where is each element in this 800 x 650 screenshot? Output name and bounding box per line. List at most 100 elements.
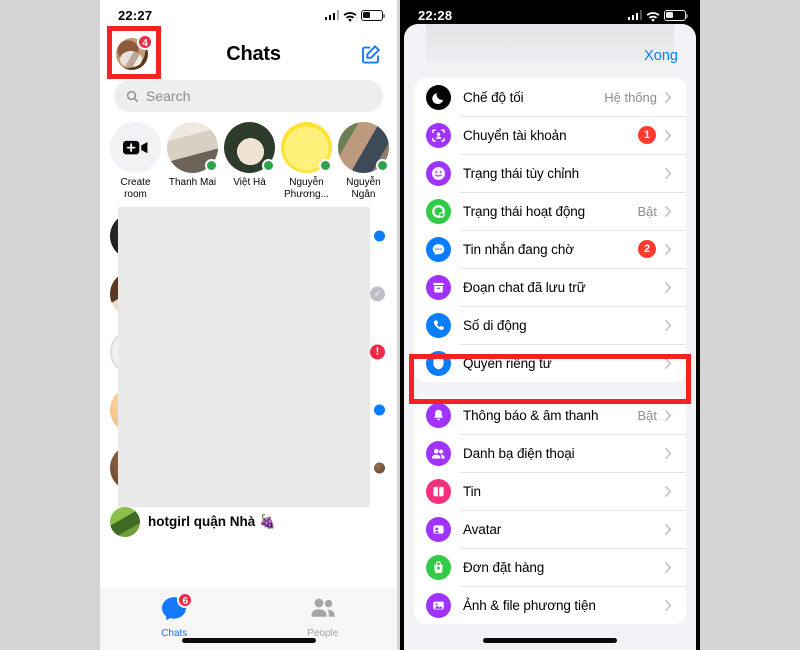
search-placeholder: Search <box>146 88 191 104</box>
settings-row-label: Ảnh & file phương tiện <box>463 597 596 613</box>
avatar-icon <box>426 516 451 542</box>
chevron-right-icon <box>664 561 672 574</box>
stories-book-icon <box>426 478 451 504</box>
settings-row-label: Tin nhắn đang chờ <box>463 241 574 257</box>
sheet-header: Xong <box>404 24 696 78</box>
privacy-row-highlight <box>409 354 691 404</box>
settings-group-secondary: Thông báo & âm thanh Bật Danh bạ điện th… <box>414 396 686 624</box>
story-avatar[interactable] <box>167 122 218 173</box>
unread-blue-dot <box>374 230 385 242</box>
story-item[interactable]: Nguyễn Ngân <box>336 122 391 201</box>
settings-row-custom-status[interactable]: Trạng thái tùy chỉnh <box>414 154 686 192</box>
settings-row-label: Danh bạ điện thoại <box>463 445 575 461</box>
chevron-right-icon <box>664 129 672 142</box>
story-create-room[interactable]: Create room <box>108 122 163 201</box>
settings-row-orders[interactable]: Đơn đặt hàng <box>414 548 686 586</box>
story-item[interactable]: Nguyễn Phương... <box>279 122 334 201</box>
online-dot <box>205 159 218 172</box>
home-indicator <box>483 638 617 643</box>
left-phone-screen: 22:27 4 Chats Search Create room Thanh M… <box>100 0 397 650</box>
online-dot <box>319 159 332 172</box>
settings-row-value: Bật <box>637 407 657 423</box>
chat-bubble-icon: 6 <box>161 592 194 621</box>
story-avatar[interactable] <box>281 122 332 173</box>
wifi-icon <box>343 10 357 22</box>
seen-avatar-tiny <box>374 462 385 474</box>
chevron-right-icon <box>664 243 672 256</box>
screenshot-stage: 22:27 4 Chats Search Create room Thanh M… <box>0 0 800 650</box>
chevron-right-icon <box>664 281 672 294</box>
search-input[interactable]: Search <box>114 80 383 112</box>
settings-row-dark-mode[interactable]: Chế độ tối Hệ thống <box>414 78 686 116</box>
cellular-bars-icon <box>324 10 339 20</box>
online-dot <box>262 159 275 172</box>
chevron-right-icon <box>664 447 672 460</box>
settings-row-phone-number[interactable]: Số di động <box>414 306 686 344</box>
settings-row-stories[interactable]: Tin <box>414 472 686 510</box>
active-status-icon <box>426 198 451 224</box>
error-exclamation-icon: ! <box>370 344 385 360</box>
settings-row-value: Bật <box>637 203 657 219</box>
privacy-redaction-overlay <box>118 207 370 537</box>
settings-row-label: Thông báo & âm thanh <box>463 407 599 423</box>
settings-row-label: Chuyển tài khoản <box>463 127 567 143</box>
story-item[interactable]: Thanh Mai <box>165 122 220 201</box>
status-time: 22:28 <box>418 7 453 23</box>
done-button[interactable]: Xong <box>644 48 678 64</box>
story-label: Create room <box>120 177 151 200</box>
settings-sheet: Xong Chế độ tối Hệ thống Chuyển tài khoả… <box>404 24 696 650</box>
story-avatar[interactable] <box>338 122 389 173</box>
settings-row-badge: 2 <box>638 240 656 258</box>
photos-icon <box>426 592 451 618</box>
switch-account-icon <box>426 122 451 148</box>
avatar <box>110 507 140 537</box>
settings-row-photos-media[interactable]: Ảnh & file phương tiện <box>414 586 686 624</box>
people-icon <box>310 596 336 620</box>
chat-list[interactable]: ✓ ! am <box>100 207 397 537</box>
settings-row-switch-account[interactable]: Chuyển tài khoản 1 <box>414 116 686 154</box>
settings-row-message-requests[interactable]: Tin nhắn đang chờ 2 <box>414 230 686 268</box>
smiley-icon <box>426 160 451 186</box>
tab-chats[interactable]: 6 Chats <box>100 592 249 639</box>
chat-row-last[interactable]: hotgirl quận Nhà 🍇 <box>100 507 397 537</box>
compose-icon[interactable] <box>359 42 383 66</box>
settings-row-label: Trạng thái hoạt động <box>463 203 586 219</box>
search-icon <box>126 90 139 102</box>
settings-row-avatar[interactable]: Avatar <box>414 510 686 548</box>
archive-icon <box>426 274 451 300</box>
status-time: 22:27 <box>118 7 153 23</box>
chat-name: hotgirl quận Nhà 🍇 <box>148 514 276 529</box>
tab-people[interactable]: People <box>249 596 398 639</box>
settings-row-label: Avatar <box>463 521 502 537</box>
right-phone-screen: 22:28 Xong Chế độ tối Hệ thống Chuyển tà… <box>400 0 700 650</box>
settings-row-label: Đoạn chat đã lưu trữ <box>463 279 586 295</box>
chevron-right-icon <box>664 205 672 218</box>
bottom-tab-bar: 6 Chats People <box>100 588 397 650</box>
page-title: Chats <box>226 42 281 65</box>
story-label: Nguyễn Ngân <box>346 177 381 200</box>
settings-row-contacts[interactable]: Danh bạ điện thoại <box>414 434 686 472</box>
settings-group-primary: Chế độ tối Hệ thống Chuyển tài khoản 1 T… <box>414 78 686 382</box>
story-item[interactable]: Việt Hà <box>222 122 277 201</box>
story-avatar[interactable] <box>224 122 275 173</box>
battery-icon <box>664 9 689 21</box>
story-label: Việt Hà <box>233 177 266 188</box>
settings-row-badge: 1 <box>638 126 656 144</box>
settings-row-archived-chats[interactable]: Đoạn chat đã lưu trữ <box>414 268 686 306</box>
create-room-button[interactable] <box>110 122 161 173</box>
sheet-blurred-backdrop <box>426 24 674 62</box>
profile-avatar-highlight <box>107 26 161 79</box>
chats-badge: 6 <box>177 592 194 608</box>
video-plus-icon <box>123 139 148 157</box>
battery-icon <box>361 9 386 21</box>
unread-blue-dot <box>374 404 385 416</box>
chevron-right-icon <box>664 167 672 180</box>
status-indicators <box>627 9 689 22</box>
settings-row-value: Hệ thống <box>604 89 657 105</box>
chevron-right-icon <box>664 91 672 104</box>
online-dot <box>376 159 389 172</box>
chevron-right-icon <box>664 409 672 422</box>
message-request-icon <box>426 236 451 262</box>
settings-row-active-status[interactable]: Trạng thái hoạt động Bật <box>414 192 686 230</box>
story-label: Thanh Mai <box>168 177 217 188</box>
